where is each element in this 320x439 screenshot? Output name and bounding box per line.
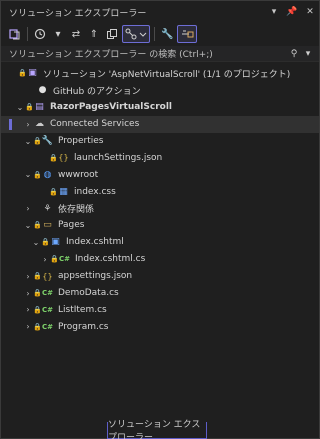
globe-icon: ◍	[43, 169, 52, 180]
tree-item-demodata[interactable]: › 🔒 C# DemoData.cs	[1, 285, 319, 302]
pending-changes-filter-icon[interactable]	[122, 25, 150, 43]
tree-item-listitem[interactable]: › 🔒 C# ListItem.cs	[1, 301, 319, 318]
project-icon: ▤	[35, 102, 44, 113]
sync-icon[interactable]: ⇄	[68, 25, 84, 43]
tree-item-label: Index.cshtml	[66, 237, 124, 248]
tree-item-label: wwwroot	[58, 169, 99, 180]
tree-item-solution[interactable]: 🔒 ▣ ソリューション 'AspNetVirtualScroll' (1/1 の…	[1, 65, 319, 82]
tab-solution-explorer[interactable]: ソリューション エクスプローラー	[107, 420, 207, 439]
lock-icon: 🔒	[33, 289, 42, 298]
tree-item-dependencies[interactable]: › ⚘ 依存関係	[1, 200, 319, 217]
folder-icon: ▭	[43, 220, 52, 231]
preview-icon[interactable]	[177, 25, 198, 43]
json-file-icon: {}	[58, 153, 69, 163]
tree-item-label: GitHub のアクション	[53, 86, 141, 97]
chevron-right-icon[interactable]: ›	[23, 120, 33, 129]
lock-icon: 🔒	[33, 272, 42, 281]
csharp-file-icon: C#	[58, 255, 70, 264]
tree-item-program[interactable]: › 🔒 C# Program.cs	[1, 318, 319, 335]
tree-item-label: 依存関係	[58, 205, 95, 216]
tree-item-appsettings[interactable]: › 🔒 {} appsettings.json	[1, 268, 319, 285]
lock-icon: 🔒	[50, 255, 59, 264]
lock-icon: 🔒	[41, 238, 50, 247]
tree-item-project[interactable]: ⌄ 🔒 ▤ RazorPagesVirtualScroll	[1, 99, 319, 116]
chevron-right-icon[interactable]: ›	[23, 272, 33, 281]
history-dropdown-icon[interactable]: ▾	[50, 25, 66, 43]
tree-item-index-cshtml-cs[interactable]: › 🔒 C# Index.cshtml.cs	[1, 251, 319, 268]
properties-folder-icon: 🔧	[41, 136, 54, 146]
tree-item-label: Index.cshtml.cs	[75, 254, 146, 265]
tree-item-label: RazorPagesVirtualScroll	[50, 102, 173, 113]
toolbar-separator	[154, 27, 155, 41]
tree-item-pages[interactable]: ⌄ 🔒 ▭ Pages	[1, 217, 319, 234]
css-file-icon: ▦	[59, 186, 68, 197]
lock-icon: 🔒	[49, 187, 58, 196]
chevron-down-icon[interactable]: ⌄	[23, 221, 33, 230]
switch-views-icon[interactable]	[7, 25, 23, 43]
search-input[interactable]: ソリューション エクスプローラー の検索 (Ctrl+;)	[9, 47, 287, 60]
tree-item-connected-services[interactable]: › ☁ Connected Services	[1, 115, 319, 133]
lock-icon: 🔒	[33, 305, 42, 314]
tree-item-label: DemoData.cs	[58, 288, 119, 299]
lock-icon: 🔒	[49, 153, 58, 162]
lock-icon: 🔒	[25, 103, 34, 112]
chevron-down-icon[interactable]: ⌄	[23, 137, 33, 146]
pin-icon[interactable]: 📌	[283, 3, 301, 21]
copy-icon[interactable]	[104, 25, 120, 43]
chevron-right-icon[interactable]: ›	[23, 305, 33, 314]
close-icon[interactable]: ✕	[301, 3, 319, 21]
toolbar: ▾ ⇄ ⇑ 🔧	[1, 23, 319, 45]
toolbar-separator	[27, 27, 28, 41]
csharp-file-icon: C#	[41, 289, 53, 298]
search-options-icon[interactable]: ▾	[301, 48, 315, 60]
solution-explorer-window: ソリューション エクスプローラー ▾ 📌 ✕ ▾ ⇄ ⇑ 🔧 ソリューション エ…	[0, 0, 320, 439]
tree-item-launch-settings[interactable]: 🔒 {} launchSettings.json	[1, 149, 319, 166]
tree-item-index-css[interactable]: 🔒 ▦ index.css	[1, 183, 319, 200]
lock-icon: 🔒	[33, 322, 42, 331]
github-icon: ●	[38, 85, 47, 96]
chevron-down-icon[interactable]: ⌄	[23, 170, 33, 179]
selection-indicator	[9, 118, 12, 130]
tree-item-wwwroot[interactable]: ⌄ 🔒 ◍ wwwroot	[1, 166, 319, 183]
chevron-down-icon[interactable]: ⌄	[15, 103, 25, 112]
chevron-right-icon[interactable]: ›	[23, 289, 33, 298]
chevron-right-icon[interactable]: ›	[23, 322, 33, 331]
tree-item-properties[interactable]: ⌄ 🔒 🔧 Properties	[1, 133, 319, 150]
search-icon[interactable]: ⚲	[287, 48, 301, 60]
tree-item-label: ソリューション 'AspNetVirtualScroll' (1/1 のプロジェ…	[43, 69, 291, 80]
properties-icon[interactable]: 🔧	[159, 25, 175, 43]
tab-label: ソリューション エクスプローラー	[108, 420, 201, 439]
csharp-file-icon: C#	[41, 305, 53, 314]
tree-item-label: Program.cs	[58, 321, 109, 332]
chevron-down-icon[interactable]: ⌄	[31, 238, 41, 247]
chevron-down-icon[interactable]: ▾	[265, 3, 283, 21]
window-title: ソリューション エクスプローラー	[9, 8, 147, 19]
history-icon[interactable]	[32, 25, 48, 43]
tree-item-github-actions[interactable]: ● GitHub のアクション	[1, 82, 319, 99]
razor-file-icon: ▣	[51, 237, 60, 248]
json-file-icon: {}	[42, 271, 53, 281]
csharp-file-icon: C#	[41, 322, 53, 331]
tree-item-label: Connected Services	[50, 119, 140, 130]
connected-services-icon: ☁	[35, 119, 44, 130]
title-bar: ソリューション エクスプローラー ▾ 📌 ✕	[1, 1, 319, 23]
dependencies-icon: ⚘	[43, 203, 52, 214]
tree-item-label: Pages	[58, 220, 85, 231]
tree-item-label: ListItem.cs	[58, 304, 107, 315]
lock-icon: 🔒	[18, 69, 27, 78]
lock-icon: 🔒	[33, 221, 42, 230]
chevron-right-icon[interactable]: ›	[40, 255, 50, 264]
lock-icon: 🔒	[33, 170, 42, 179]
search-box[interactable]: ソリューション エクスプローラー の検索 (Ctrl+;) ⚲ ▾	[1, 46, 319, 62]
lock-icon: 🔒	[33, 137, 42, 145]
tree-item-label: launchSettings.json	[74, 152, 163, 163]
collapse-all-icon[interactable]: ⇑	[86, 25, 102, 43]
tree-item-label: Properties	[58, 136, 104, 146]
tree-item-index-cshtml[interactable]: ⌄ 🔒 ▣ Index.cshtml	[1, 234, 319, 251]
chevron-right-icon[interactable]: ›	[23, 204, 33, 213]
solution-icon: ▣	[28, 68, 37, 79]
tree-item-label: index.css	[74, 186, 116, 197]
solution-tree: 🔒 ▣ ソリューション 'AspNetVirtualScroll' (1/1 の…	[1, 65, 319, 335]
tree-item-label: appsettings.json	[58, 271, 133, 282]
